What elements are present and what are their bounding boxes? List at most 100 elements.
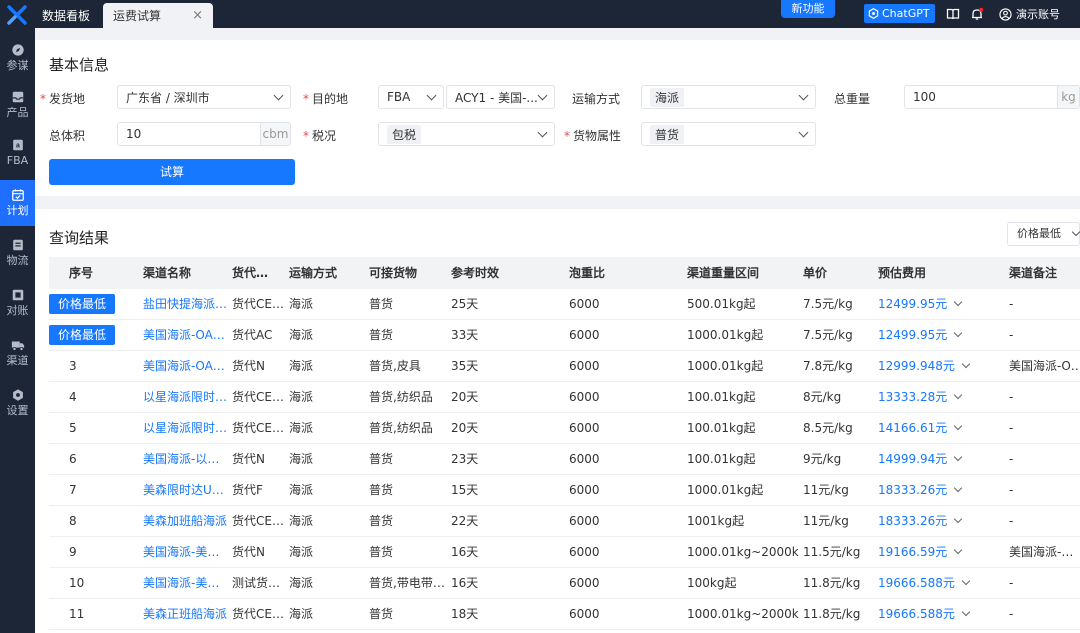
cell-text: 11 — [69, 607, 85, 621]
total-volume-input[interactable]: 10 — [117, 122, 261, 146]
tab-freight-calc[interactable]: 运费试算 × — [103, 3, 213, 28]
table-row[interactable]: 4 以星海派限时… 货代CE… 海派 普货,纺织品 20天 6000 100.01kg起 8元/… — [49, 382, 1080, 413]
cell-channel[interactable]: 美国海派-美… — [143, 568, 227, 599]
chevron-down-icon[interactable] — [954, 514, 963, 524]
chevron-down-icon[interactable] — [954, 390, 963, 400]
sidebar-item-plan[interactable]: 计划 — [0, 180, 35, 226]
table-row[interactable]: 6 美国海派-以… 货代N 海派 普货 23天 6000 100.01kg起 9元/kg 1499… — [49, 444, 1080, 475]
destination-type-select[interactable]: FBA — [378, 85, 444, 109]
cell-fee[interactable]: 19166.59元 — [878, 537, 1006, 568]
cell-no: 10 — [69, 568, 129, 599]
cell-fee[interactable]: 12499.95元 — [878, 320, 1006, 351]
origin-select[interactable]: 广东省 / 深圳市 — [117, 85, 291, 109]
cell-goods: 普货 — [369, 475, 447, 506]
table-row[interactable]: 5 以星海派限时… 货代CE… 海派 普货,纺织品 20天 6000 100.01kg起 8.5… — [49, 413, 1080, 444]
cell-fee[interactable]: 19666.588元 — [878, 599, 1006, 630]
cell-fee[interactable]: 18333.26元 — [878, 475, 1006, 506]
cell-text: 500.01kg起 — [687, 297, 756, 311]
cell-fee[interactable]: 12499.95元 — [878, 289, 1006, 320]
chevron-down-icon[interactable] — [954, 545, 963, 555]
chevron-down-icon[interactable] — [954, 297, 963, 307]
logo-icon[interactable] — [6, 4, 28, 26]
table-row[interactable]: 价格最低 美国海派-OA… 货代AC 海派 普货 33天 6000 1000.01kg起 7.5… — [49, 320, 1080, 351]
sidebar-item-fba[interactable]: a FBA — [0, 130, 35, 176]
cell-text: 海派 — [289, 576, 314, 590]
cell-fee[interactable]: 14999.94元 — [878, 444, 1006, 475]
cell-channel[interactable]: 美国海派-美… — [143, 537, 227, 568]
cell-text: 7.8元/kg — [803, 359, 853, 373]
tax-select[interactable]: 包税 — [378, 122, 555, 146]
chevron-down-icon[interactable] — [954, 328, 963, 338]
cell-ratio: 6000 — [569, 413, 679, 444]
book-icon[interactable] — [946, 7, 960, 21]
cell-mode: 海派 — [289, 475, 365, 506]
cell-text: 7.5元/kg — [803, 328, 853, 342]
table-row[interactable]: 9 美国海派-美… 货代N 海派 普货 16天 6000 1000.01kg~2000kg 11… — [49, 537, 1080, 568]
chatgpt-button[interactable]: ChatGPT — [864, 4, 935, 23]
chevron-down-icon[interactable] — [961, 607, 971, 617]
table-row[interactable]: 3 美国海派-OA… 货代N 海派 普货,皮具 35天 6000 1000.01kg起 7.8元… — [49, 351, 1080, 382]
chevron-down-icon[interactable] — [961, 359, 971, 369]
cell-channel[interactable]: 美森正班船海派 — [143, 599, 227, 630]
table-row[interactable]: 11 美森正班船海派 货代CE… 海派 普货 18天 6000 1000.01kg~2000k… — [49, 599, 1080, 630]
table-row[interactable]: 10 美国海派-美… 测试货… 海派 普货,带电带… 16天 6000 100kg起 11.8元… — [49, 568, 1080, 599]
cell-text: - — [1009, 297, 1014, 311]
cell-fee[interactable]: 19666.588元 — [878, 568, 1006, 599]
cell-channel[interactable]: 美国海派-OA… — [143, 320, 227, 351]
cell-mode: 海派 — [289, 289, 365, 320]
cell-text: 11元/kg — [803, 483, 849, 497]
table-row[interactable]: 7 美森限时达U… 货代F 海派 普货 15天 6000 1000.01kg起 11元/kg 18… — [49, 475, 1080, 506]
cell-channel[interactable]: 美国海派-OA… — [143, 351, 227, 382]
origin-value: 广东省 / 深圳市 — [126, 90, 210, 105]
bell-icon[interactable] — [970, 7, 984, 21]
chevron-down-icon[interactable] — [961, 576, 971, 586]
cell-time: 25天 — [451, 289, 561, 320]
table-row[interactable]: 价格最低 盐田快提海派… 货代CE… 海派 普货 25天 6000 500.01kg起 7.5元… — [49, 289, 1080, 320]
cell-channel[interactable]: 美国海派-以… — [143, 444, 227, 475]
destination-select[interactable]: ACY1 - 美国-... — [446, 85, 555, 109]
chevron-down-icon[interactable] — [954, 421, 963, 431]
close-icon[interactable]: × — [192, 8, 203, 23]
cargo-tag: 普货 — [650, 124, 685, 144]
total-weight-input[interactable]: 100 — [904, 85, 1058, 109]
sidebar-item-settings[interactable]: 设置 — [0, 380, 35, 426]
cell-fee[interactable]: 14166.61元 — [878, 413, 1006, 444]
sidebar-item-logistics[interactable]: 物流 — [0, 230, 35, 276]
cell-fee[interactable]: 18333.26元 — [878, 506, 1006, 537]
cell-fee[interactable]: 13333.28元 — [878, 382, 1006, 413]
cell-price: 7.5元/kg — [803, 320, 875, 351]
cell-text: 18333.26元 — [878, 514, 948, 528]
cell-channel[interactable]: 美森限时达U… — [143, 475, 227, 506]
sidebar-item-advisor[interactable]: 参谋 — [0, 35, 35, 81]
cell-ratio: 6000 — [569, 537, 679, 568]
chevron-down-icon[interactable] — [954, 452, 963, 462]
sidebar-item-reconcile[interactable]: 对账 — [0, 280, 35, 326]
sidebar-item-channel[interactable]: 渠道 — [0, 330, 35, 376]
cell-text: - — [1009, 390, 1014, 404]
cell-text: 6000 — [569, 607, 600, 621]
section-title: 基本信息 — [49, 56, 110, 74]
cell-mode: 海派 — [289, 413, 365, 444]
cell-channel[interactable]: 以星海派限时… — [143, 413, 227, 444]
chevron-down-icon — [537, 90, 548, 101]
cell-channel[interactable]: 盐田快提海派… — [143, 289, 227, 320]
cell-text: 1001kg起 — [687, 514, 745, 528]
new-feature-button[interactable]: 新功能 — [781, 0, 835, 18]
table-row[interactable]: 8 美森加班船海派 货代CE… 海派 普货 22天 6000 1001kg起 11元/kg 183… — [49, 506, 1080, 537]
chevron-down-icon[interactable] — [954, 483, 963, 493]
cell-channel[interactable]: 以星海派限时… — [143, 382, 227, 413]
cargo-select[interactable]: 普货 — [641, 122, 816, 146]
account-menu[interactable]: 演示账号 — [999, 6, 1060, 22]
cell-ratio: 6000 — [569, 444, 679, 475]
cell-fee[interactable]: 12999.948元 — [878, 351, 1006, 382]
shipping-mode-select[interactable]: 海派 — [641, 85, 816, 109]
calculate-button[interactable]: 试算 — [49, 159, 295, 185]
cell-ratio: 6000 — [569, 289, 679, 320]
cell-agent: 货代N — [232, 444, 286, 475]
cell-price: 11.5元/kg — [803, 537, 875, 568]
chevron-down-icon — [1071, 227, 1080, 237]
cell-channel[interactable]: 美森加班船海派 — [143, 506, 227, 537]
sidebar-item-product[interactable]: 产品 — [0, 82, 35, 128]
tab-dashboard[interactable]: 数据看板 — [35, 3, 97, 28]
sort-select[interactable]: 价格最低 — [1007, 222, 1080, 246]
